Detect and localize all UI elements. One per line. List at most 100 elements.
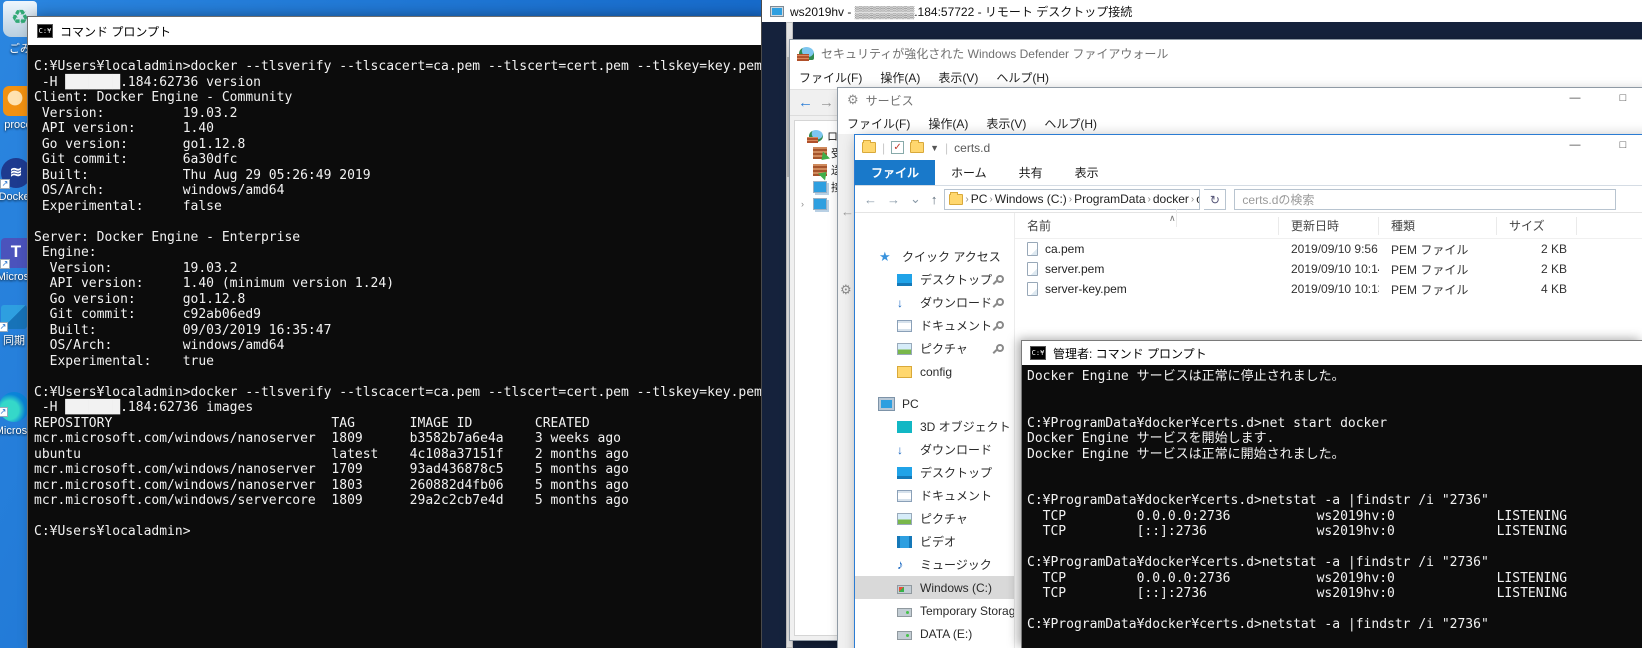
breadcrumb-segment[interactable]: › certs.d	[1191, 192, 1200, 206]
explorer-sidebar-item[interactable]: Temporary Storage (	[855, 599, 1014, 622]
up-arrow-icon[interactable]: ↑	[928, 192, 941, 207]
menu-item[interactable]: ファイル(F)	[838, 112, 919, 135]
forward-arrow-icon[interactable]: →	[819, 94, 834, 111]
explorer-sidebar-item[interactable]: ダウンロード	[855, 291, 1014, 314]
explorer-sidebar-item[interactable]: ビデオ	[855, 530, 1014, 553]
explorer-sidebar-item[interactable]: config	[855, 360, 1014, 383]
ribbon-tab[interactable]: ファイル	[855, 160, 936, 185]
admin-cmd-output[interactable]: Docker Engine サービスは正常に停止されました。 C:¥Program…	[1022, 365, 1642, 648]
breadcrumb-segment[interactable]: › docker	[1148, 192, 1189, 206]
firewall-titlebar[interactable]: セキュリティが強化された Windows Defender ファイアウォール	[790, 40, 1642, 66]
tree-expander-icon[interactable]: ›	[801, 199, 809, 209]
sidebar-item-label: Temporary Storage (	[920, 603, 1015, 618]
file-row[interactable]: server-key.pem 2019/09/10 10:13 PEM ファイル…	[1015, 279, 1642, 299]
minimize-button[interactable]: —	[1567, 91, 1583, 107]
chevron-right-icon: ›	[965, 193, 969, 205]
terminal-line: mcr.microsoft.com/windows/nanoserver 180…	[34, 431, 621, 446]
ribbon-tab[interactable]: 表示	[1059, 160, 1115, 185]
explorer-sidebar-item[interactable]: ミュージック	[855, 553, 1014, 576]
explorer-sidebar-item[interactable]: ドキュメント	[855, 484, 1014, 507]
firewall-icon	[797, 46, 814, 61]
column-header[interactable]: サイズ	[1497, 216, 1577, 235]
file-name: ca.pem	[1045, 242, 1085, 256]
quick-access-toolbar-caret-icon[interactable]: ▼	[930, 143, 939, 153]
breadcrumb-segment[interactable]: › ProgramData	[1069, 192, 1146, 206]
back-arrow-icon[interactable]: ←	[841, 204, 854, 219]
admin-command-prompt-window[interactable]: 管理者: コマンド プロンプト Docker Engine サービスは正常に停止…	[1022, 341, 1642, 648]
search-input[interactable]: certs.dの検索	[1234, 188, 1617, 210]
sidebar-item-label: ピクチャ	[920, 342, 968, 356]
explorer-sidebar-item[interactable]: デスクトップ	[855, 268, 1014, 291]
menu-item[interactable]: 表示(V)	[929, 66, 987, 89]
terminal-line: Client: Docker Engine - Community	[34, 90, 293, 105]
new-folder-icon[interactable]	[910, 140, 925, 153]
minimize-button[interactable]: —	[1567, 138, 1583, 154]
chevron-right-icon: ›	[1147, 193, 1151, 205]
ribbon-tab[interactable]: 共有	[1003, 160, 1059, 185]
rdp-titlebar[interactable]: ws2019hv - ▒▒▒▒▒▒▒.184:57722 - リモート デスクト…	[762, 0, 1642, 22]
back-arrow-icon[interactable]: ←	[798, 94, 813, 111]
menu-item[interactable]: ヘルプ(H)	[987, 66, 1058, 89]
ribbon-tab[interactable]: ホーム	[935, 160, 1003, 185]
terminal-line: Git commit: c92ab06ed9	[34, 307, 261, 322]
explorer-sidebar-item[interactable]: Windows (C:)	[855, 576, 1014, 599]
menu-item[interactable]: 操作(A)	[871, 66, 929, 89]
explorer-sidebar-item[interactable]: クイック アクセス	[855, 245, 1014, 268]
explorer-sidebar-item[interactable]: PC	[855, 392, 1014, 415]
terminal-line: mcr.microsoft.com/windows/nanoserver 180…	[34, 477, 629, 493]
rdp-desktop: セキュリティが強化された Windows Defender ファイアウォール フ…	[762, 22, 1642, 648]
explorer-sidebar-item[interactable]: ピクチャ	[855, 507, 1014, 530]
breadcrumb[interactable]: › PC › Windows (C:) › ProgramData › dock…	[944, 188, 1201, 210]
separator: |	[945, 140, 949, 155]
file-icon	[1027, 262, 1038, 276]
breadcrumb-segment[interactable]: › Windows (C:)	[989, 192, 1066, 206]
terminal-line: API version: 1.40 (minimum version 1.24)	[34, 276, 395, 291]
command-prompt-output[interactable]: C:¥Users¥localadmin>docker --tlsverify -…	[28, 45, 762, 648]
column-header[interactable]: 種類	[1379, 216, 1497, 235]
explorer-sidebar-item[interactable]: 3D オブジェクト	[855, 415, 1014, 438]
services-titlebar[interactable]: ⚙ サービス — □	[838, 88, 1642, 112]
explorer-titlebar[interactable]: | ✓ ▼ | certs.d — □	[855, 135, 1642, 160]
remote-desktop-window[interactable]: ws2019hv - ▒▒▒▒▒▒▒.184:57722 - リモート デスクト…	[762, 0, 1642, 648]
explorer-sidebar-item[interactable]: デスクトップ	[855, 461, 1014, 484]
rdp-title-text: ws2019hv - ▒▒▒▒▒▒▒.184:57722 - リモート デスクト…	[790, 4, 1133, 19]
sidebar-item-label: ドキュメント	[920, 489, 993, 503]
file-row[interactable]: ca.pem 2019/09/10 9:56 PEM ファイル 2 KB	[1015, 239, 1642, 259]
back-arrow-icon[interactable]: ←	[861, 192, 880, 207]
forward-arrow-icon[interactable]: →	[884, 192, 903, 207]
menu-item[interactable]: 操作(A)	[919, 112, 977, 135]
explorer-sidebar-item[interactable]: DATA (E:)	[855, 622, 1014, 645]
breadcrumb-label: certs.d	[1196, 192, 1199, 206]
menu-item[interactable]: ファイル(F)	[790, 66, 871, 89]
pin-icon	[993, 297, 1004, 308]
explorer-sidebar-item[interactable]: ピクチャ	[855, 337, 1014, 360]
explorer-sidebar-item[interactable]: ダウンロード	[855, 438, 1014, 461]
breadcrumb-segment[interactable]: › PC	[965, 192, 987, 206]
command-prompt-titlebar[interactable]: コマンド プロンプト	[28, 17, 762, 45]
folder-icon	[949, 191, 964, 205]
terminal-line: Go version: go1.12.8	[34, 291, 246, 307]
menu-item[interactable]: ヘルプ(H)	[1035, 112, 1106, 135]
file-type: PEM ファイル	[1391, 282, 1469, 297]
properties-icon[interactable]: ✓	[891, 141, 905, 154]
sidebar-item-icon	[897, 466, 912, 479]
pin-icon	[993, 343, 1004, 354]
maximize-button[interactable]: □	[1615, 138, 1631, 154]
sidebar-item-label: 3D オブジェクト	[920, 420, 1011, 434]
file-row[interactable]: server.pem 2019/09/10 10:14 PEM ファイル 2 K…	[1015, 259, 1642, 279]
services-menubar: ファイル(F) 操作(A) 表示(V) ヘルプ(H)	[838, 112, 1642, 136]
recent-locations-icon[interactable]: ⌄	[907, 191, 924, 207]
maximize-button[interactable]: □	[1615, 91, 1631, 107]
column-header[interactable]: 名前	[1015, 216, 1279, 235]
refresh-icon[interactable]: ↻	[1204, 188, 1227, 210]
command-prompt-window[interactable]: コマンド プロンプト C:¥Users¥localadmin>docker --…	[28, 17, 762, 648]
menu-item[interactable]: 表示(V)	[977, 112, 1035, 135]
explorer-sidebar-item[interactable]: ドキュメント	[855, 314, 1014, 337]
sidebar-item-label: DATA (E:)	[920, 626, 973, 641]
terminal-line: Docker Engine サービスを開始します.	[1027, 431, 1275, 446]
admin-cmd-titlebar[interactable]: 管理者: コマンド プロンプト	[1022, 341, 1642, 365]
sidebar-item-icon	[879, 251, 894, 263]
column-header[interactable]: 更新日時	[1279, 216, 1379, 235]
